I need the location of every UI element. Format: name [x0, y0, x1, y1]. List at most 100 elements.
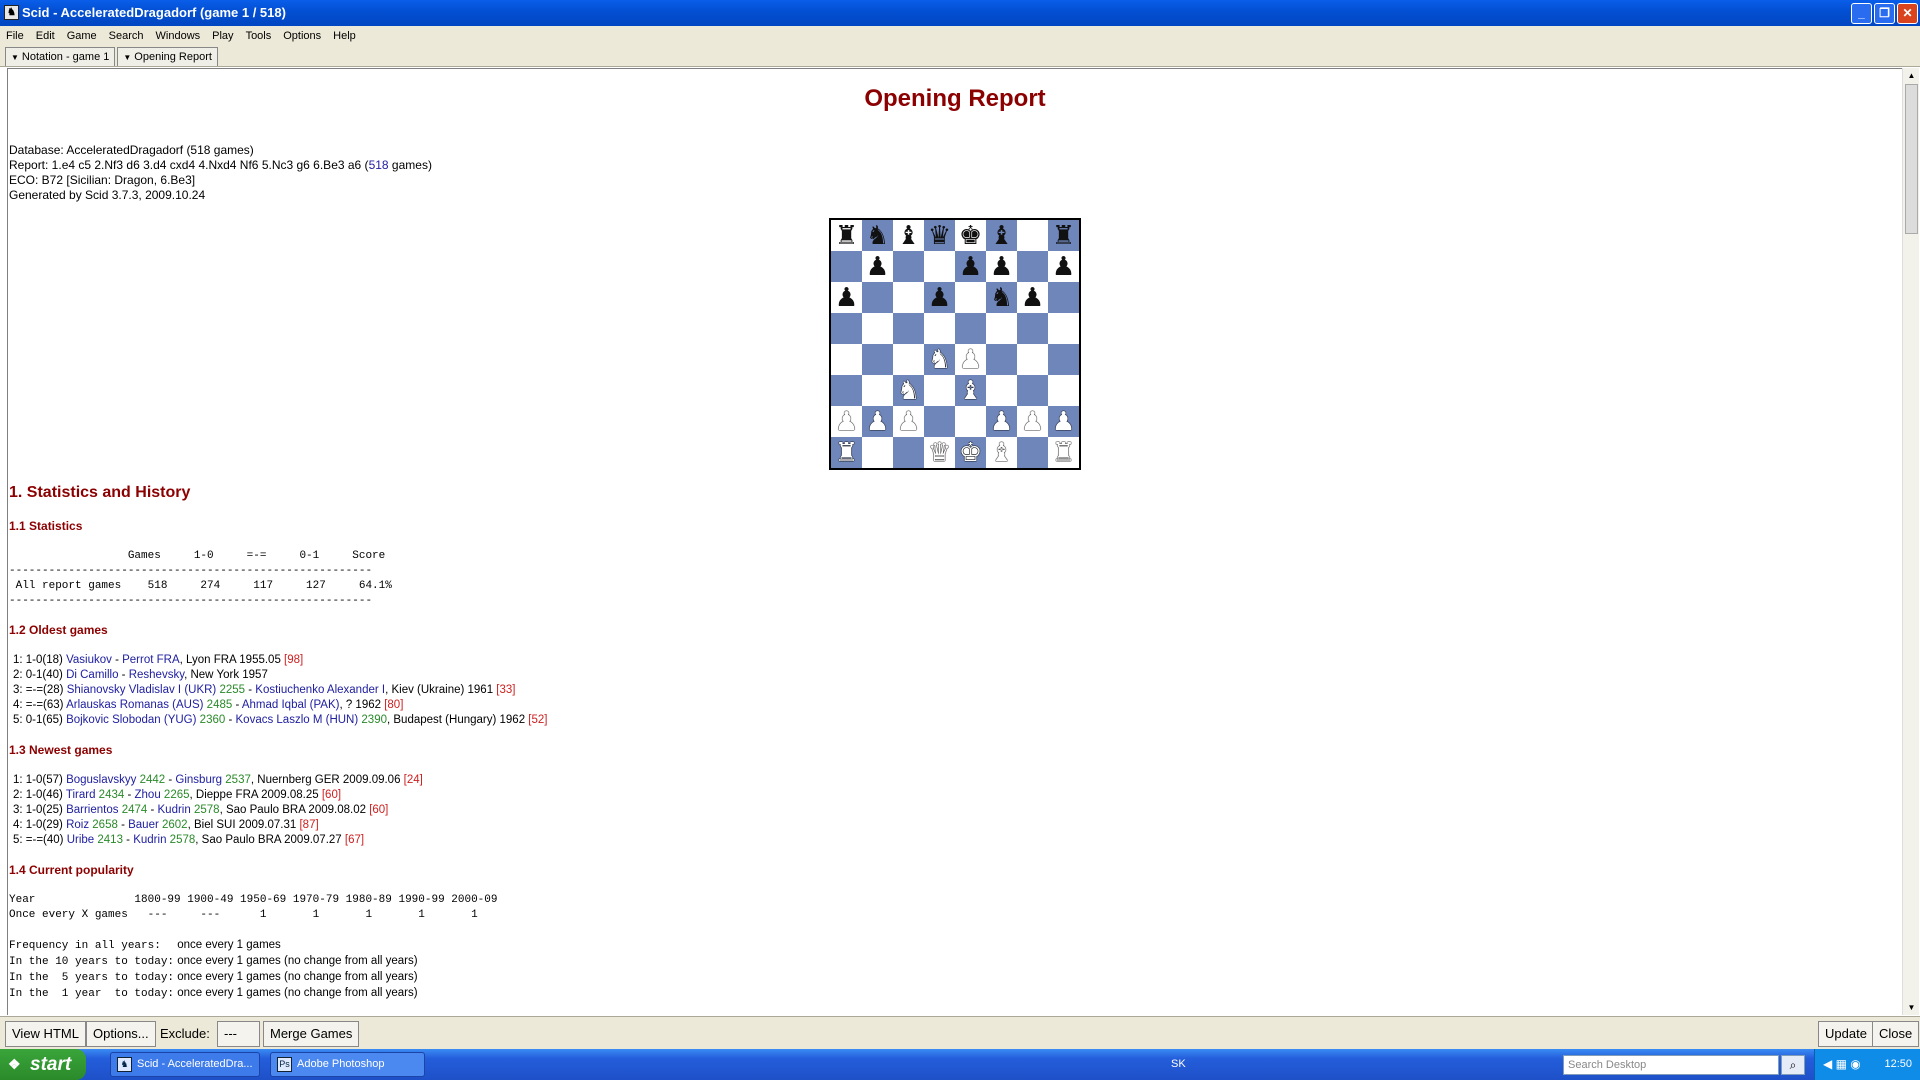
close-window-button[interactable]: ✕: [1897, 3, 1918, 24]
board-square: [1017, 313, 1048, 344]
board-square: [924, 251, 955, 282]
search-icon[interactable]: ⌕: [1781, 1055, 1805, 1075]
maximize-button[interactable]: ❐: [1874, 3, 1895, 24]
start-button[interactable]: ❖ start: [0, 1049, 86, 1080]
board-square: [955, 282, 986, 313]
desktop-search-input[interactable]: Search Desktop: [1563, 1055, 1779, 1075]
scrollbar-thumb[interactable]: [1905, 84, 1918, 234]
merge-games-button[interactable]: Merge Games: [263, 1021, 360, 1047]
white-rook-icon: ♜: [834, 437, 859, 467]
triangle-down-icon: ▼: [11, 53, 19, 62]
frequency-line: Frequency in all years: once every 1 gam…: [9, 938, 418, 954]
white-pawn-icon: ♟: [1020, 406, 1045, 436]
game-ply-link[interactable]: [24]: [404, 774, 423, 786]
tab-opening-report[interactable]: ▼ Opening Report: [117, 47, 218, 66]
game-ply-link[interactable]: [98]: [284, 654, 303, 666]
scroll-down-icon[interactable]: ▼: [1903, 1000, 1920, 1015]
options-button[interactable]: Options...: [86, 1021, 156, 1047]
board-square: ♟: [955, 344, 986, 375]
report-games-link[interactable]: 518: [369, 158, 389, 172]
vertical-scrollbar[interactable]: ▲ ▼: [1902, 68, 1919, 1015]
black-player-link[interactable]: Perrot FRA: [122, 654, 180, 666]
language-indicator[interactable]: SK: [1171, 1049, 1186, 1080]
white-player-link[interactable]: Shianovsky Vladislav I (UKR): [67, 684, 217, 696]
game-place-date: , Biel SUI 2009.07.31: [187, 819, 300, 831]
black-player-link[interactable]: Kudrin: [158, 804, 191, 816]
menu-help[interactable]: Help: [333, 30, 356, 42]
oldest-games-list: 1: 1-0(18) Vasiukov - Perrot FRA, Lyon F…: [13, 653, 547, 728]
report-games-suffix: games): [388, 158, 432, 172]
separator: -: [122, 834, 134, 846]
black-player-link[interactable]: Reshevsky: [129, 669, 184, 681]
black-elo: 2578: [193, 804, 220, 816]
board-square: [924, 313, 955, 344]
taskbar-item-label: Adobe Photoshop: [297, 1058, 385, 1070]
exclude-dropdown[interactable]: --- —: [217, 1021, 260, 1065]
menu-play[interactable]: Play: [212, 30, 233, 42]
board-square: [831, 344, 862, 375]
black-player-link[interactable]: Kovacs Laszlo M (HUN): [236, 714, 359, 726]
menu-windows[interactable]: Windows: [156, 30, 201, 42]
report-button-bar: View HTML Options... Exclude: --- — Merg…: [0, 1016, 1920, 1065]
report-moves: Report: 1.e4 c5 2.Nf3 d6 3.d4 cxd4 4.Nxd…: [9, 158, 369, 172]
scid-icon: ♞: [4, 5, 19, 20]
board-square: [862, 375, 893, 406]
black-player-link[interactable]: Ginsburg: [175, 774, 222, 786]
menu-options[interactable]: Options: [283, 30, 321, 42]
white-player-link[interactable]: Uribe: [67, 834, 94, 846]
board-square: ♟: [986, 406, 1017, 437]
tray-icons[interactable]: ◀ ▦ ◉: [1823, 1049, 1861, 1080]
black-player-link[interactable]: Bauer: [128, 819, 159, 831]
game-result: 2: 1-0(46): [13, 789, 66, 801]
taskbar-item-label: Scid - AcceleratedDra...: [137, 1058, 253, 1070]
frequency-value: once every 1 games (no change from all y…: [177, 987, 418, 999]
report-info: Database: AcceleratedDragadorf (518 game…: [9, 143, 432, 203]
white-player-link[interactable]: Roiz: [66, 819, 89, 831]
tab-notation[interactable]: ▼ Notation - game 1: [5, 47, 116, 66]
game-ply-link[interactable]: [87]: [299, 819, 318, 831]
black-player-link[interactable]: Ahmad Iqbal (PAK): [242, 699, 340, 711]
taskbar-item-photoshop[interactable]: Ps Adobe Photoshop: [270, 1052, 425, 1077]
white-player-link[interactable]: Bojkovic Slobodan (YUG): [66, 714, 196, 726]
game-list-item: 3: =-=(28) Shianovsky Vladislav I (UKR) …: [13, 683, 547, 698]
game-ply-link[interactable]: [80]: [384, 699, 403, 711]
minimize-button[interactable]: _: [1851, 3, 1872, 24]
menu-tools[interactable]: Tools: [246, 30, 272, 42]
game-ply-link[interactable]: [33]: [496, 684, 515, 696]
update-button[interactable]: Update: [1818, 1021, 1874, 1047]
white-player-link[interactable]: Arlauskas Romanas (AUS): [66, 699, 203, 711]
close-button[interactable]: Close: [1872, 1021, 1920, 1047]
menu-edit[interactable]: Edit: [36, 30, 55, 42]
frequency-line: In the 10 years to today: once every 1 g…: [9, 954, 418, 970]
menu-search[interactable]: Search: [109, 30, 144, 42]
menu-game[interactable]: Game: [67, 30, 97, 42]
taskbar-item-scid[interactable]: ♞ Scid - AcceleratedDra...: [110, 1052, 260, 1077]
game-ply-link[interactable]: [60]: [322, 789, 341, 801]
black-player-link[interactable]: Kudrin: [133, 834, 166, 846]
game-ply-link[interactable]: [60]: [369, 804, 388, 816]
menu-file[interactable]: File: [6, 30, 24, 42]
view-html-button[interactable]: View HTML: [5, 1021, 86, 1047]
tab-bar: ▼ Notation - game 1 ▼ Opening Report: [0, 45, 1920, 67]
white-player-link[interactable]: Tirard: [66, 789, 96, 801]
board-square: ♝: [955, 375, 986, 406]
white-bishop-icon: ♝: [989, 437, 1014, 467]
menu-bar: File Edit Game Search Windows Play Tools…: [0, 26, 1920, 45]
frequency-label: In the 5 years to today:: [9, 972, 175, 984]
game-ply-link[interactable]: [67]: [345, 834, 364, 846]
white-player-link[interactable]: Boguslavskyy: [66, 774, 136, 786]
black-player-link[interactable]: Zhou: [135, 789, 161, 801]
scroll-up-icon[interactable]: ▲: [1903, 68, 1920, 83]
game-ply-link[interactable]: [52]: [528, 714, 547, 726]
board-square: ♝: [986, 220, 1017, 251]
white-elo: 2434: [98, 789, 125, 801]
black-player-link[interactable]: Kostiuchenko Alexander I: [255, 684, 385, 696]
white-player-link[interactable]: Di Camillo: [66, 669, 118, 681]
board-square: ♚: [955, 220, 986, 251]
white-player-link[interactable]: Barrientos: [66, 804, 118, 816]
board-square: ♟: [862, 251, 893, 282]
separator: -: [111, 654, 123, 666]
white-player-link[interactable]: Vasiukov: [66, 654, 112, 666]
black-knight-icon: ♞: [865, 220, 890, 250]
board-square: [1017, 344, 1048, 375]
